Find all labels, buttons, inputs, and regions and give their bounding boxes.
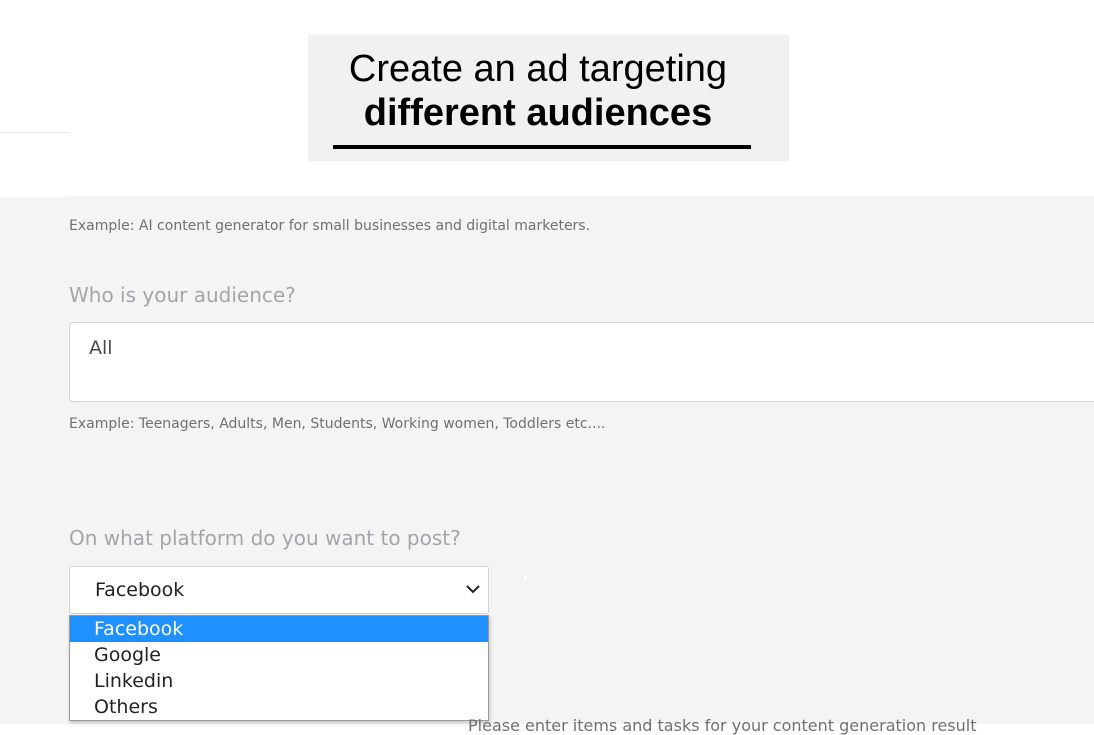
audience-question: Who is your audience? bbox=[69, 283, 296, 307]
product-hint: Example: AI content generator for small … bbox=[69, 218, 591, 234]
platform-option-google[interactable]: Google bbox=[70, 642, 488, 668]
banner-title-line2: different audiences bbox=[363, 92, 713, 134]
platform-option-others[interactable]: Others bbox=[70, 694, 488, 720]
banner-title-line1: Create an ad targeting bbox=[348, 48, 728, 90]
header-strip bbox=[0, 132, 70, 197]
platform-question: On what platform do you want to post? bbox=[69, 526, 461, 550]
audience-input[interactable]: All bbox=[69, 322, 1094, 402]
platform-dropdown[interactable]: Facebook Google Linkedin Others bbox=[69, 615, 489, 721]
audience-hint: Example: Teenagers, Adults, Men, Student… bbox=[69, 416, 606, 432]
chevron-down-icon bbox=[466, 585, 480, 594]
banner-underline bbox=[333, 145, 751, 149]
stray-dot bbox=[524, 576, 527, 580]
bottom-hint-partial: Please enter items and tasks for your co… bbox=[468, 716, 977, 735]
platform-select-value: Facebook bbox=[95, 579, 185, 601]
platform-option-facebook[interactable]: Facebook bbox=[70, 616, 488, 642]
platform-option-linkedin[interactable]: Linkedin bbox=[70, 668, 488, 694]
title-banner: Create an ad targeting different audienc… bbox=[308, 35, 789, 161]
platform-select[interactable]: Facebook bbox=[69, 566, 489, 614]
